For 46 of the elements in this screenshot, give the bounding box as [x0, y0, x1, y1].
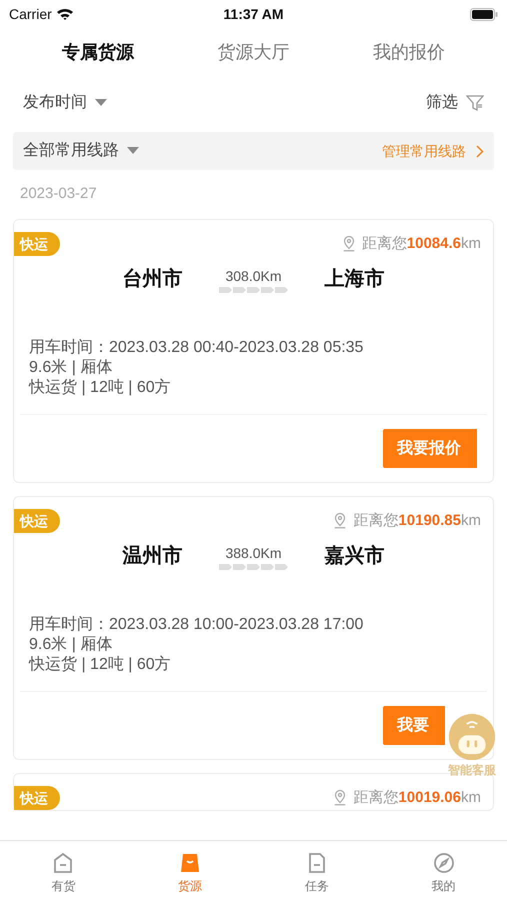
nav-tab[interactable]: 我的 — [414, 851, 474, 895]
route-arrows-icon — [218, 564, 288, 570]
top-tab[interactable]: 货源大厅 — [217, 38, 290, 66]
destination-city: 上海市 — [324, 266, 384, 292]
carrier-name: Carrier — [9, 4, 52, 24]
origin-city: 台州市 — [122, 266, 182, 292]
express-tag: 快运 — [14, 232, 60, 256]
quote-button[interactable]: 我要报价 — [383, 429, 477, 468]
filter-button[interactable]: 筛选 — [426, 91, 484, 115]
nav-tab[interactable]: 有货 — [33, 851, 94, 895]
origin-city: 温州市 — [122, 544, 182, 569]
cargo-spec: 快运货 | 12吨 | 60方 — [29, 655, 172, 675]
destination-city: 嘉兴市 — [324, 544, 384, 569]
caret-icon — [95, 99, 107, 107]
freight-card[interactable]: 快运 距离您10190.85km 温州市 388.0Km 嘉兴市 用车时间：2023.03.28 10:00-2023.03.28 17:00 9.6米 | 厢体 快运货 | 12吨 | 60方 我要 — [13, 496, 494, 760]
freight-card[interactable]: 快运 距离您10084.6km 台州市 308.0Km 上海市 用车时间：2023.03.28 00:40-2023.03.28 05:35 9.6米 | 厢体 快运货 | 12吨 | 60方 我要报价 — [13, 219, 494, 483]
caret-icon — [127, 147, 139, 155]
robot-icon — [448, 713, 496, 761]
route-arrows-icon — [218, 286, 288, 292]
vehicle-spec: 9.6米 | 厢体 — [29, 358, 114, 378]
wifi-icon — [56, 7, 74, 21]
nav-tab[interactable]: 货源 — [160, 851, 220, 895]
routes-dropdown[interactable]: 全部常用线路 — [23, 139, 139, 163]
battery-icon — [470, 8, 498, 20]
cargo-spec: 快运货 | 12吨 | 60方 — [29, 378, 172, 398]
top-tab[interactable]: 专属货源 — [62, 38, 134, 66]
clock: 11:37 AM — [223, 4, 284, 24]
nav-tab[interactable]: 任务 — [286, 851, 347, 895]
route-length: 388.0Km — [225, 544, 282, 562]
filter-icon — [466, 94, 484, 112]
compass-icon — [432, 851, 456, 875]
route-length: 308.0Km — [225, 266, 282, 286]
sort-dropdown[interactable]: 发布时间 — [23, 91, 107, 115]
express-tag: 快运 — [14, 786, 60, 810]
date-header: 2023-03-27 — [20, 184, 97, 204]
chevron-right-icon — [476, 144, 484, 158]
manage-routes-link[interactable]: 管理常用线路 — [382, 140, 484, 162]
usage-time: 用车时间：2023.03.28 10:00-2023.03.28 17:00 — [29, 615, 364, 635]
quote-button[interactable]: 我要 — [383, 706, 445, 745]
vehicle-spec: 9.6米 | 厢体 — [29, 635, 114, 655]
distance-text: 距离您10019.06km — [353, 788, 481, 808]
usage-time: 用车时间：2023.03.28 00:40-2023.03.28 05:35 — [29, 338, 364, 358]
express-tag: 快运 — [14, 509, 60, 533]
distance-text: 距离您10084.6km — [362, 234, 481, 254]
distance-text: 距离您10190.85km — [353, 510, 481, 531]
top-tab[interactable]: 我的报价 — [373, 38, 446, 66]
